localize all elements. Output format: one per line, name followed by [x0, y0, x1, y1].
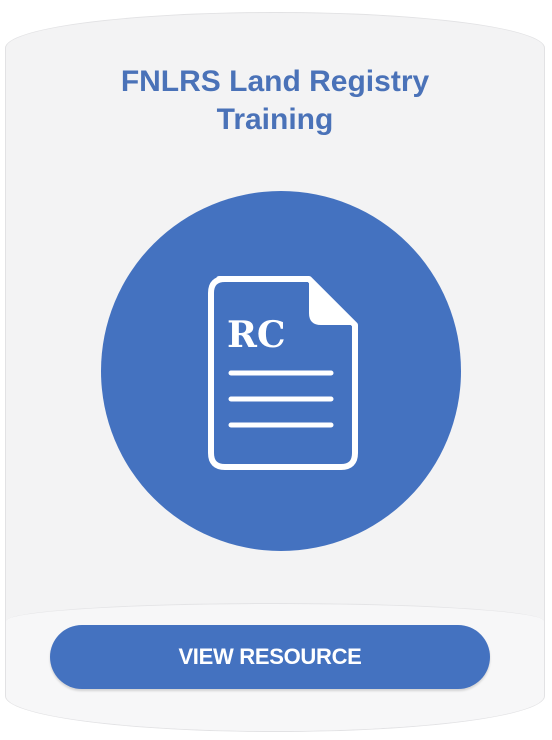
view-resource-button[interactable]: VIEW RESOURCE [50, 625, 490, 689]
resource-icon-circle: RC [101, 191, 461, 551]
resource-title: FNLRS Land Registry Training [6, 63, 544, 139]
document-icon: RC [208, 276, 358, 470]
resource-title-line-2: Training [216, 103, 334, 136]
view-resource-button-label: VIEW RESOURCE [178, 644, 362, 669]
resource-title-line-1: FNLRS Land Registry [120, 65, 430, 98]
resource-card: FNLRS Land Registry Training RC [5, 12, 545, 732]
document-badge-text: RC [227, 314, 286, 356]
